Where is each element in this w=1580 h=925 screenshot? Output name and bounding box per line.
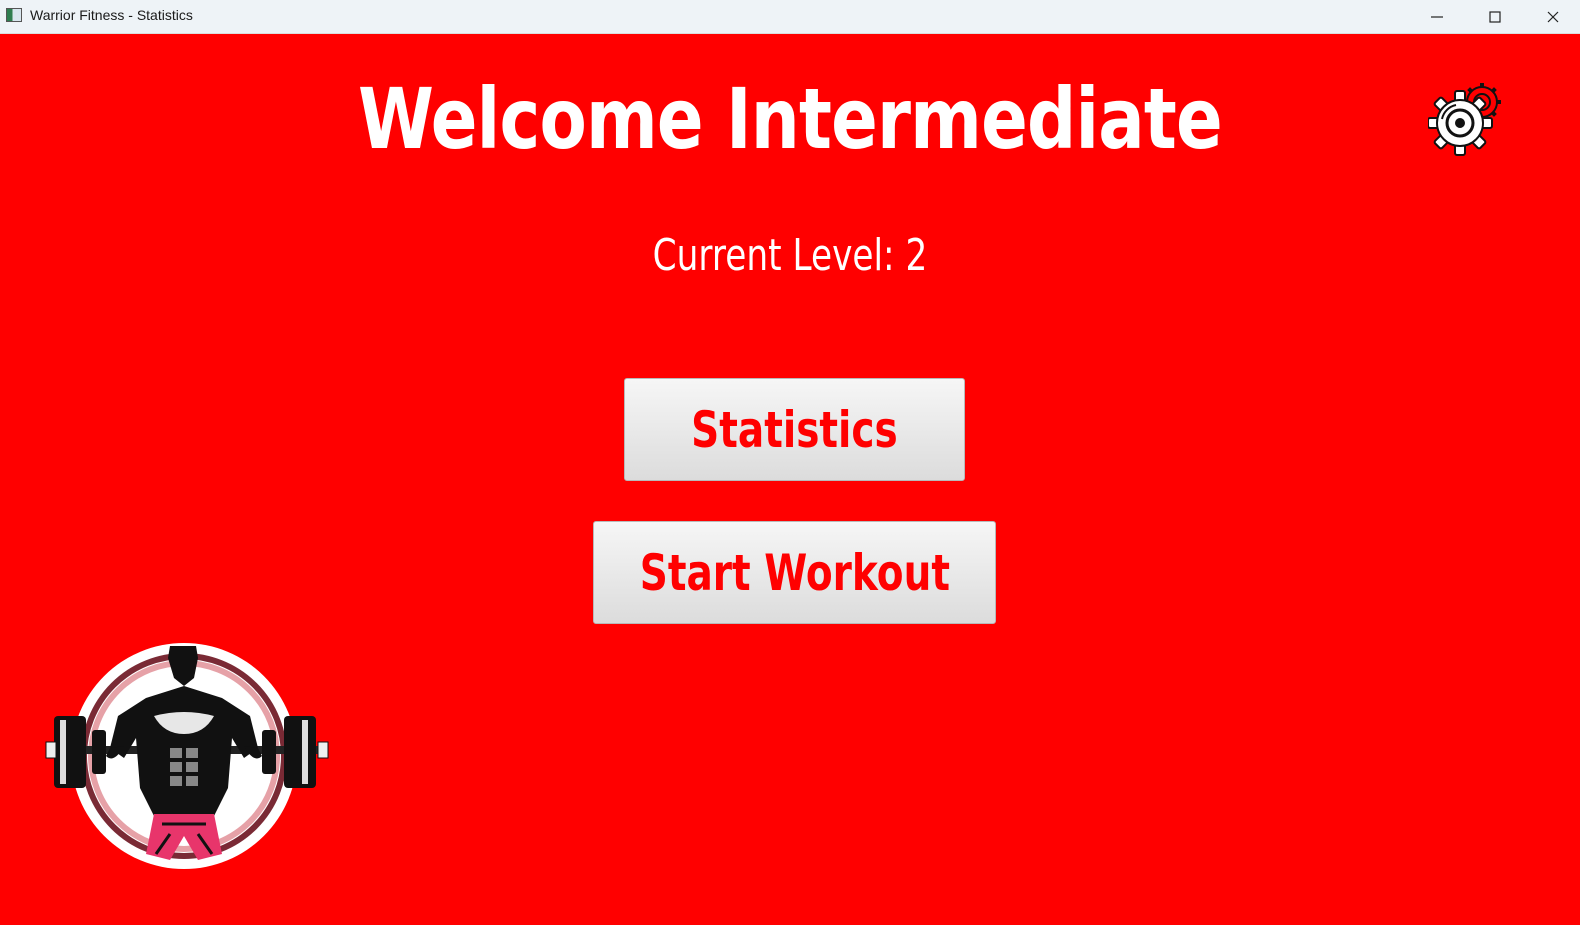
maximize-icon — [1489, 10, 1501, 23]
main-panel: Welcome Intermediate Current Level: 2 St… — [0, 34, 1580, 925]
window-title: Warrior Fitness - Statistics — [30, 7, 193, 23]
close-button[interactable] — [1524, 0, 1580, 33]
statistics-button[interactable]: Statistics — [624, 378, 965, 481]
settings-button[interactable] — [1427, 76, 1512, 160]
current-level-label: Current Level: 2 — [652, 230, 928, 281]
close-icon — [1547, 11, 1559, 22]
logo-icon — [45, 643, 329, 869]
title-bar[interactable]: Warrior Fitness - Statistics — [0, 0, 1580, 34]
welcome-heading: Welcome Intermediate — [358, 70, 1223, 168]
app-icon — [6, 8, 22, 22]
statistics-button-label: Statistics — [691, 400, 898, 459]
app-window: Warrior Fitness - Statistics Welcome Int… — [0, 0, 1580, 925]
bodybuilder-barbell-logo — [44, 638, 332, 878]
minimize-button[interactable] — [1408, 0, 1466, 33]
start-workout-button[interactable]: Start Workout — [593, 521, 996, 624]
gear-icon — [1427, 83, 1501, 156]
maximize-button[interactable] — [1466, 0, 1524, 33]
minimize-icon — [1431, 15, 1443, 18]
start-workout-button-label: Start Workout — [639, 543, 950, 602]
